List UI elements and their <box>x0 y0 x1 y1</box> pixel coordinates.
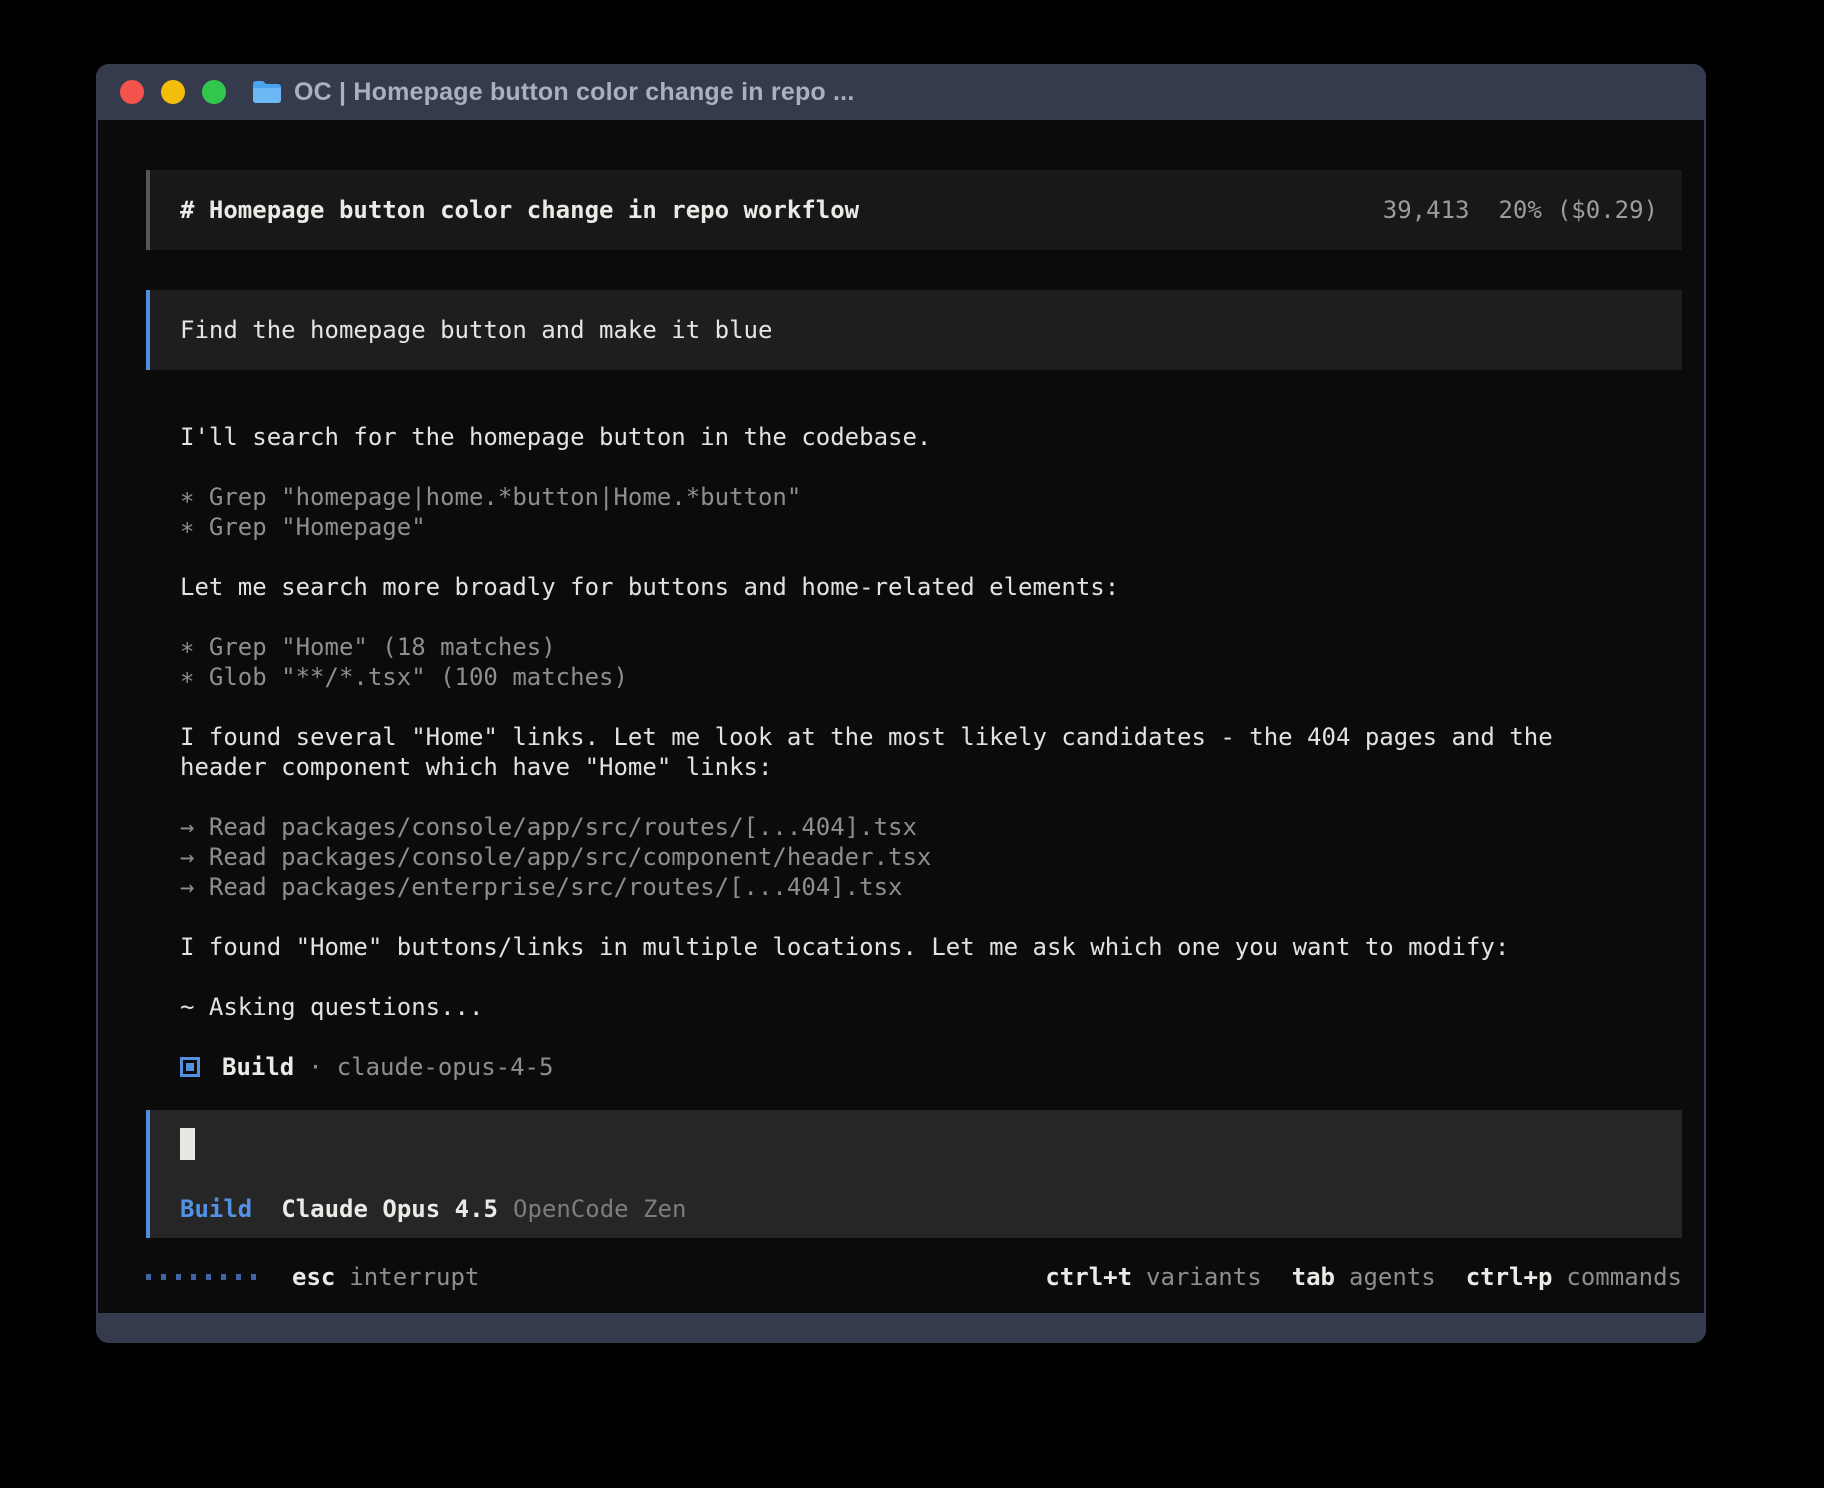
assistant-status-line: ~ Asking questions... <box>180 992 1682 1022</box>
session-stats: 39,413 20% ($0.29) <box>1383 195 1658 225</box>
interrupt-hint: esc interrupt <box>292 1262 479 1292</box>
terminal-body: # Homepage button color change in repo w… <box>96 120 1706 1313</box>
user-message: Find the homepage button and make it blu… <box>146 290 1682 370</box>
spinner-dot <box>236 1274 241 1280</box>
commands-hint: ctrl+p commands <box>1466 1262 1682 1292</box>
blank-line <box>180 692 1682 722</box>
spinner-dot <box>221 1274 226 1280</box>
spinner-dots-icon <box>146 1274 256 1280</box>
transcript: I'll search for the homepage button in t… <box>146 422 1682 1052</box>
token-count: 39,413 <box>1383 196 1470 224</box>
spinner-dot <box>161 1274 166 1280</box>
variants-hint: ctrl+t variants <box>1045 1262 1261 1292</box>
tool-grep-line: ∗ Grep "Home" (18 matches) <box>180 632 1682 662</box>
session-header: # Homepage button color change in repo w… <box>146 170 1682 250</box>
status-bar-left: esc interrupt <box>146 1262 479 1292</box>
tool-glob-line: ∗ Glob "**/*.tsx" (100 matches) <box>180 662 1682 692</box>
blank-line <box>180 782 1682 812</box>
spinner-dot <box>206 1274 211 1280</box>
assistant-text-line: I'll search for the homepage button in t… <box>180 422 1682 452</box>
assistant-text-line: header component which have "Home" links… <box>180 752 1682 782</box>
tool-read-line: → Read packages/enterprise/src/routes/[.… <box>180 872 1682 902</box>
spinner-dot <box>251 1274 256 1280</box>
desktop: OC | Homepage button color change in rep… <box>0 0 1824 1488</box>
agent-name: Build <box>222 1052 294 1082</box>
user-message-text: Find the homepage button and make it blu… <box>180 315 772 345</box>
folder-icon <box>252 80 282 104</box>
focus-square-icon <box>180 1057 200 1077</box>
agents-label: agents <box>1349 1262 1436 1292</box>
spinner-dot <box>176 1274 181 1280</box>
window-titlebar[interactable]: OC | Homepage button color change in rep… <box>96 64 1706 120</box>
blank-line <box>180 452 1682 482</box>
assistant-text-line: I found "Home" buttons/links in multiple… <box>180 932 1682 962</box>
terminal-window: OC | Homepage button color change in rep… <box>96 64 1706 1343</box>
tool-read-line: → Read packages/console/app/src/routes/[… <box>180 812 1682 842</box>
status-bar-right: ctrl+t variants tab agents ctrl+p comman… <box>1045 1262 1682 1292</box>
blank-line <box>180 1022 1682 1052</box>
agent-model: claude-opus-4-5 <box>337 1052 554 1082</box>
agent-status-line: Build · claude-opus-4-5 <box>146 1052 1682 1082</box>
input-model-label[interactable]: Claude Opus 4.5 <box>281 1194 498 1224</box>
session-cost: ($0.29) <box>1557 196 1658 224</box>
minimize-button[interactable] <box>161 80 185 104</box>
agent-separator: · <box>308 1052 322 1082</box>
spinner-dot <box>146 1274 151 1280</box>
agents-hint: tab agents <box>1292 1262 1436 1292</box>
blank-line <box>180 962 1682 992</box>
tool-grep-line: ∗ Grep "Homepage" <box>180 512 1682 542</box>
ctrl-t-key-label: ctrl+t <box>1045 1262 1132 1292</box>
zoom-button[interactable] <box>202 80 226 104</box>
tool-read-line: → Read packages/console/app/src/componen… <box>180 842 1682 872</box>
assistant-text-line: I found several "Home" links. Let me loo… <box>180 722 1682 752</box>
session-title: # Homepage button color change in repo w… <box>180 195 859 225</box>
blank-line <box>180 542 1682 572</box>
spinner-dot <box>191 1274 196 1280</box>
ctrl-p-key-label: ctrl+p <box>1466 1262 1553 1292</box>
blank-line <box>180 602 1682 632</box>
window-title: OC | Homepage button color change in rep… <box>294 78 854 107</box>
input-provider-label: OpenCode Zen <box>513 1194 686 1224</box>
prompt-input[interactable]: Build Claude Opus 4.5 OpenCode Zen <box>146 1110 1682 1238</box>
context-percent: 20% <box>1498 196 1541 224</box>
blank-line <box>180 902 1682 932</box>
close-button[interactable] <box>120 80 144 104</box>
title-group: OC | Homepage button color change in rep… <box>252 78 854 107</box>
tab-key-label: tab <box>1292 1262 1335 1292</box>
status-bar: esc interrupt ctrl+t variants tab agents… <box>146 1262 1682 1292</box>
traffic-lights <box>120 80 226 104</box>
text-cursor <box>180 1128 195 1160</box>
interrupt-label: interrupt <box>349 1262 479 1292</box>
commands-label: commands <box>1566 1262 1682 1292</box>
input-meta-row: Build Claude Opus 4.5 OpenCode Zen <box>180 1194 1658 1224</box>
variants-label: variants <box>1146 1262 1262 1292</box>
esc-key-label: esc <box>292 1262 335 1292</box>
input-agent-label[interactable]: Build <box>180 1194 252 1224</box>
assistant-text-line: Let me search more broadly for buttons a… <box>180 572 1682 602</box>
window-bottom-bar <box>96 1313 1706 1343</box>
tool-grep-line: ∗ Grep "homepage|home.*button|Home.*butt… <box>180 482 1682 512</box>
